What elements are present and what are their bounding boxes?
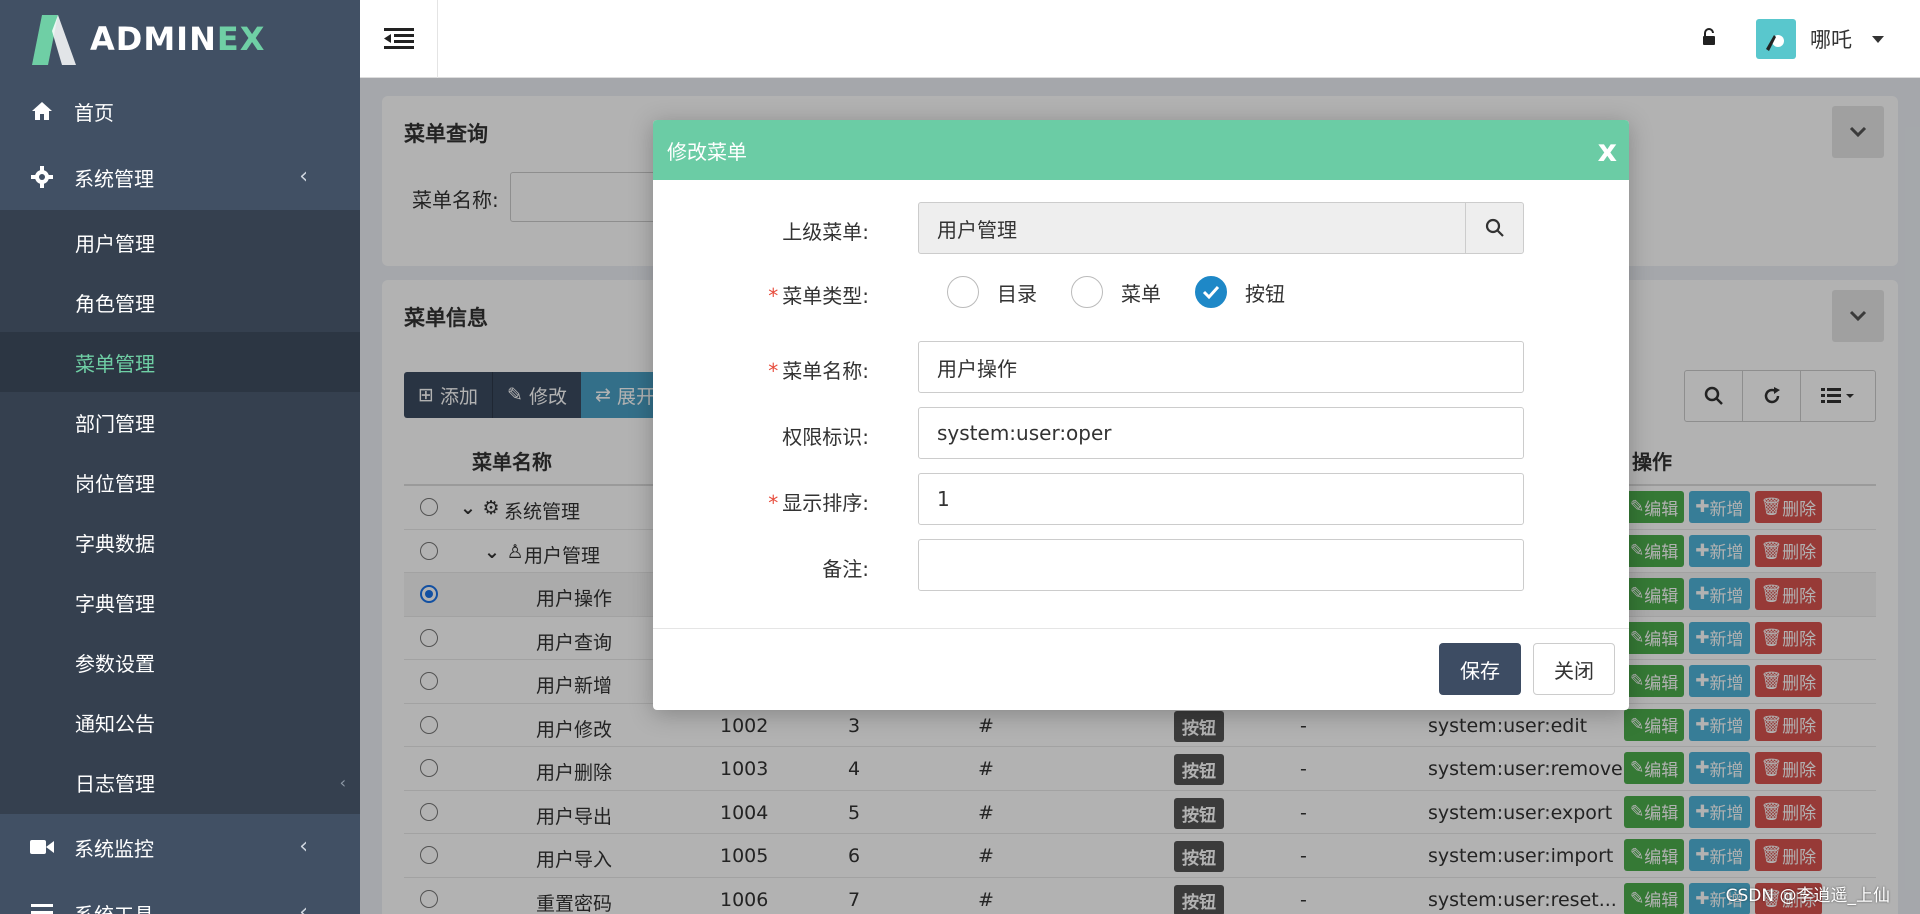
sidebar-item-label: 系统工具 <box>74 899 154 914</box>
logo-text: ADMINEX <box>90 20 266 58</box>
menu-name-field[interactable]: 用户操作 <box>918 341 1524 393</box>
sidebar-item-menus[interactable]: 菜单管理 <box>0 332 360 392</box>
permission-field[interactable]: system:user:oper <box>918 407 1524 459</box>
form-row-perm: 权限标识: system:user:oper <box>653 407 1629 459</box>
edit-menu-modal: 修改菜单 x 上级菜单: 用户管理 * 菜单类型: 目录 菜单 按钮 * 菜单名… <box>653 120 1629 710</box>
modal-title: 修改菜单 <box>667 139 747 164</box>
close-button[interactable]: 关闭 <box>1533 643 1615 695</box>
parent-menu-label: 上级菜单: <box>782 220 869 244</box>
order-label-text: 显示排序: <box>782 491 869 515</box>
radio-label: 目录 <box>997 281 1037 306</box>
radio-option-directory[interactable]: 目录 <box>947 276 1037 308</box>
sidebar-item-label: 首页 <box>74 100 114 125</box>
sidebar-item-config[interactable]: 参数设置 <box>0 632 360 692</box>
radio-icon <box>1071 276 1103 308</box>
modal-footer: 保存 关闭 <box>653 628 1629 710</box>
form-row-remark: 备注: <box>653 539 1629 591</box>
sidebar-item-logs[interactable]: 日志管理 ‹ <box>0 752 360 812</box>
chevron-left-icon: ‹ <box>299 164 308 189</box>
remark-field[interactable] <box>918 539 1524 591</box>
username[interactable]: 哪吒 <box>1810 24 1852 54</box>
chevron-left-icon: ‹ <box>299 900 308 914</box>
sidebar-item-tools[interactable]: 系统工具 ‹ <box>0 880 360 914</box>
indent-icon <box>383 28 414 49</box>
radio-option-menu[interactable]: 菜单 <box>1071 276 1161 308</box>
sidebar-item-label: 系统管理 <box>74 166 154 191</box>
gear-icon <box>30 165 54 189</box>
form-row-name: * 菜单名称: 用户操作 <box>653 341 1629 393</box>
close-icon[interactable]: x <box>1598 134 1617 169</box>
order-field[interactable]: 1 <box>918 473 1524 525</box>
bars-icon <box>30 901 54 914</box>
logo[interactable]: ADMINEX <box>0 0 360 78</box>
remark-label: 备注: <box>822 557 869 581</box>
sidebar-toggle-button[interactable] <box>360 0 438 78</box>
sidebar-item-posts[interactable]: 岗位管理 <box>0 452 360 512</box>
form-row-type: * 菜单类型: 目录 菜单 按钮 <box>653 266 1629 318</box>
form-row-parent: 上级菜单: 用户管理 <box>653 202 1629 254</box>
avatar[interactable] <box>1756 19 1796 59</box>
sidebar-submenu: 用户管理 角色管理 菜单管理 部门管理 岗位管理 字典数据 字典管理 参数设置 … <box>0 210 360 814</box>
chevron-left-icon: ‹ <box>339 772 346 792</box>
menu-type-label: * 菜单类型: <box>768 280 869 309</box>
form-row-order: * 显示排序: 1 <box>653 473 1629 525</box>
home-icon <box>30 99 54 123</box>
menu-name-label: * 菜单名称: <box>768 355 869 384</box>
parent-menu-search-button[interactable] <box>1465 202 1523 254</box>
sidebar-item-dict-mgmt[interactable]: 字典管理 <box>0 572 360 632</box>
required-mark: * <box>768 284 779 308</box>
radio-option-button[interactable]: 按钮 <box>1195 276 1285 308</box>
lock-icon[interactable] <box>1702 27 1716 51</box>
sidebar-item-depts[interactable]: 部门管理 <box>0 392 360 452</box>
check-icon <box>1195 276 1227 308</box>
sidebar-item-dict-data[interactable]: 字典数据 <box>0 512 360 572</box>
sidebar-item-system[interactable]: 系统管理 ‹ <box>0 144 360 210</box>
save-button[interactable]: 保存 <box>1439 643 1521 695</box>
logo-mark-icon <box>28 11 80 67</box>
sidebar-item-notice[interactable]: 通知公告 <box>0 692 360 752</box>
radio-label: 按钮 <box>1245 281 1285 306</box>
menu-type-label-text: 菜单类型: <box>782 284 869 308</box>
chevron-left-icon: ‹ <box>299 834 308 859</box>
caret-down-icon[interactable] <box>1872 35 1884 43</box>
top-header: 哪吒 <box>360 0 1920 78</box>
sidebar-item-label: 日志管理 <box>75 771 155 796</box>
modal-header: 修改菜单 x <box>653 120 1629 180</box>
search-icon <box>1485 218 1504 237</box>
user-area: 哪吒 <box>1702 18 1884 60</box>
parent-menu-value: 用户管理 <box>937 217 1017 242</box>
radio-icon <box>947 276 979 308</box>
sidebar-item-roles[interactable]: 角色管理 <box>0 272 360 332</box>
order-label: * 显示排序: <box>768 487 869 516</box>
required-mark: * <box>768 491 779 515</box>
video-camera-icon <box>30 835 54 859</box>
radio-label: 菜单 <box>1121 281 1161 306</box>
sidebar: ADMINEX 首页 系统管理 ‹ 用户管理 角色管理 菜单管理 部门管理 岗位… <box>0 0 360 914</box>
parent-menu-field[interactable]: 用户管理 <box>918 202 1524 254</box>
sidebar-item-label: 系统监控 <box>74 836 154 861</box>
menu-name-label-text: 菜单名称: <box>782 359 869 383</box>
sidebar-item-users[interactable]: 用户管理 <box>0 212 360 272</box>
menu-type-radio-group: 目录 菜单 按钮 <box>947 276 1319 308</box>
sidebar-item-home[interactable]: 首页 <box>0 78 360 144</box>
permission-label: 权限标识: <box>782 425 869 449</box>
required-mark: * <box>768 359 779 383</box>
sidebar-item-monitor[interactable]: 系统监控 ‹ <box>0 814 360 880</box>
watermark: CSDN @李逍遥_上仙 <box>1725 886 1890 906</box>
